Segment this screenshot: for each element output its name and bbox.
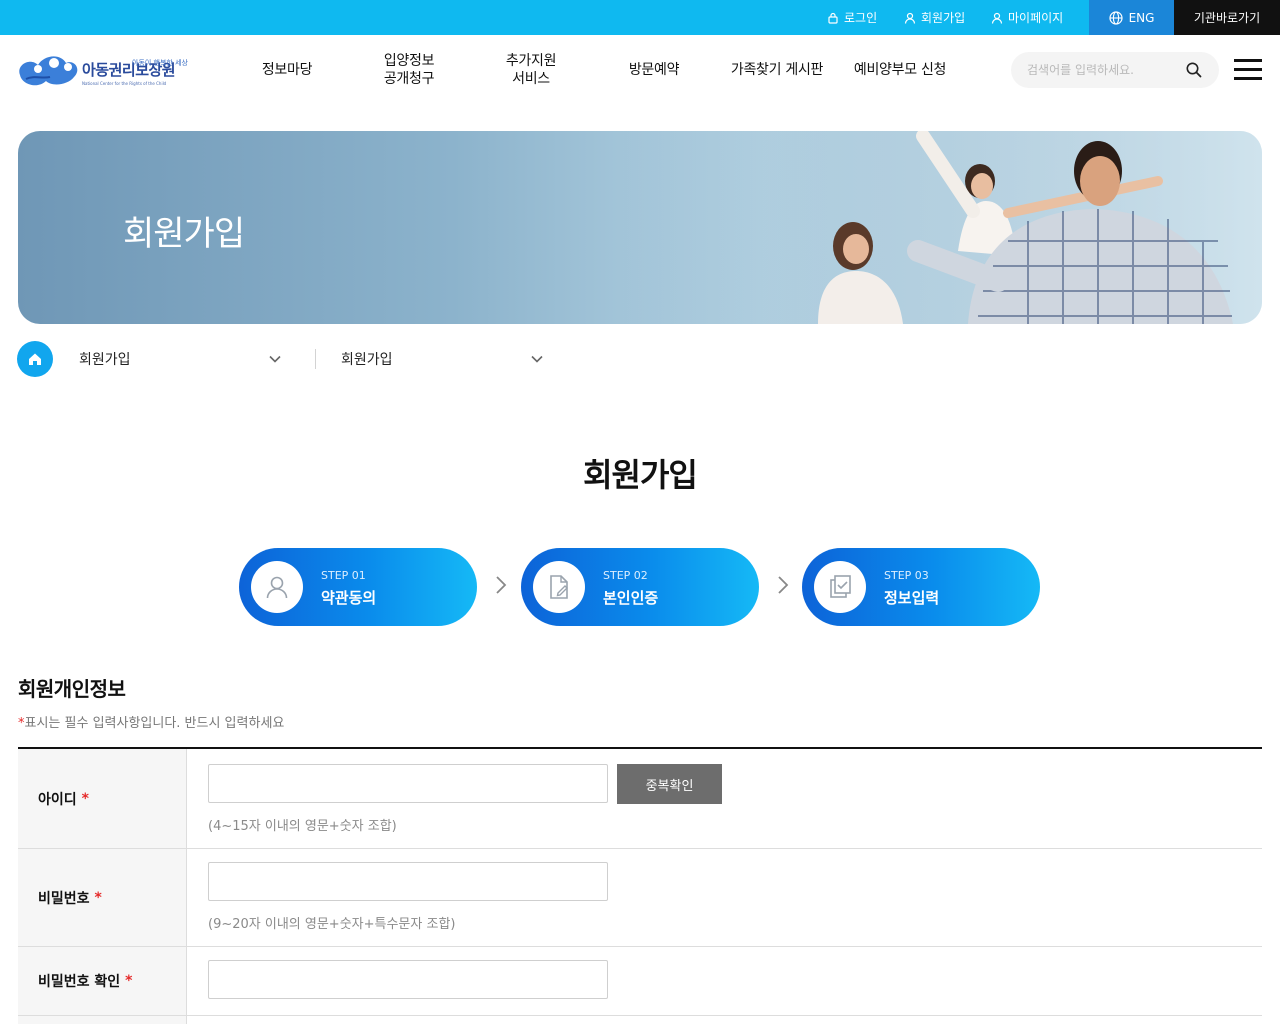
home-icon <box>29 353 41 365</box>
nav-item-label-line2: 공개청구 <box>383 71 435 87</box>
mypage-label: 마이페이지 <box>1008 11 1064 25</box>
nav-item-label: 정보마당 <box>261 62 313 78</box>
user-icon <box>991 12 1003 24</box>
step-number: STEP 03 <box>884 569 929 582</box>
search-box <box>1011 52 1219 88</box>
password-confirm-label-cell: 비밀번호 확인 * <box>18 947 187 1015</box>
step-label: 약관동의 <box>321 589 377 607</box>
form-row-next <box>18 1016 1262 1024</box>
nav-item-label-line2: 서비스 <box>512 71 550 87</box>
step-terms-agreement: STEP 01 약관동의 <box>239 548 477 626</box>
login-link[interactable]: 로그인 <box>827 0 877 35</box>
breadcrumb-level1-label: 회원가입 <box>79 352 131 368</box>
nav-item-label: 추가지원 <box>505 53 557 69</box>
nav-item-additional-support[interactable]: 추가지원 서비스 <box>492 35 570 105</box>
logo-text: 아동이 행복한 세상 아동권리보장원 National Center for t… <box>82 59 188 86</box>
nav-item-family-search-board[interactable]: 가족찾기 게시판 <box>725 35 829 105</box>
step-label: 정보입력 <box>884 589 940 607</box>
breadcrumb-home-button[interactable] <box>17 341 53 377</box>
password-input[interactable] <box>208 862 608 901</box>
step-icon-circle <box>251 561 303 613</box>
nav-item-label: 입양정보 <box>383 53 435 69</box>
banner-title: 회원가입 <box>123 214 245 254</box>
required-star: * <box>81 790 89 807</box>
nav-item-info[interactable]: 정보마당 <box>248 35 326 105</box>
form-row-id: 아이디 * 중복확인 (4~15자 이내의 영문+숫자 조합) <box>18 749 1262 849</box>
id-hint: (4~15자 이내의 영문+숫자 조합) <box>208 819 397 834</box>
step-label: 본인인증 <box>603 589 659 607</box>
required-note-text: 표시는 필수 입력사항입니다. 반드시 입력하세요 <box>24 716 285 731</box>
required-star: * <box>94 889 102 906</box>
breadcrumb-level1-select[interactable]: 회원가입 <box>79 341 289 377</box>
step-icon-circle <box>533 561 585 613</box>
required-star: * <box>125 973 133 989</box>
step-icon-circle <box>814 561 866 613</box>
password-label-cell: 비밀번호 * <box>18 849 187 946</box>
password-label: 비밀번호 <box>38 890 90 907</box>
chevron-down-icon[interactable] <box>530 352 544 366</box>
step-information-input: STEP 03 정보입력 <box>802 548 1040 626</box>
next-row-label-cell <box>18 1016 187 1024</box>
id-input[interactable] <box>208 764 608 803</box>
signup-label: 회원가입 <box>921 11 966 25</box>
page-title: 회원가입 <box>583 456 698 494</box>
password-confirm-input[interactable] <box>208 960 608 999</box>
breadcrumb-level2-select[interactable]: 회원가입 <box>341 341 551 377</box>
login-label: 로그인 <box>844 11 878 25</box>
section-title: 회원개인정보 <box>18 677 126 701</box>
user-icon <box>266 576 288 599</box>
id-label-cell: 아이디 * <box>18 749 187 848</box>
form-check-icon <box>830 575 851 598</box>
required-note: *표시는 필수 입력사항입니다. 반드시 입력하세요 <box>18 712 284 731</box>
id-label: 아이디 <box>38 791 77 808</box>
step-identity-verification: STEP 02 본인인증 <box>521 548 759 626</box>
institution-shortcut-button[interactable]: 기관바로가기 <box>1174 0 1280 35</box>
chevron-right-icon <box>496 576 507 594</box>
eng-language-button[interactable]: ENG <box>1089 0 1174 35</box>
nav-item-adoption-info-request[interactable]: 입양정보 공개청구 <box>370 35 448 105</box>
logo-emblem-icon <box>19 56 78 86</box>
nav-item-label: 가족찾기 게시판 <box>730 62 824 78</box>
nav-item-label: 방문예약 <box>628 62 680 78</box>
signup-link[interactable]: 회원가입 <box>904 0 965 35</box>
page-banner: 회원가입 <box>18 131 1262 324</box>
utility-bar: 로그인 회원가입 마이페이지 ENG 기관바로가기 <box>0 0 1280 35</box>
chevron-right-icon <box>778 576 789 594</box>
breadcrumb-level2-label: 회원가입 <box>341 352 393 368</box>
mypage-link[interactable]: 마이페이지 <box>991 0 1063 35</box>
duplicate-check-button[interactable]: 중복확인 <box>617 764 722 804</box>
site-header: 아동이 행복한 세상 아동권리보장원 National Center for t… <box>0 35 1280 105</box>
step-number: STEP 02 <box>603 569 648 582</box>
breadcrumb-divider <box>315 349 316 369</box>
lock-icon <box>828 12 838 24</box>
document-edit-icon <box>550 575 568 599</box>
chevron-down-icon[interactable] <box>268 352 282 366</box>
nav-item-visit-reservation[interactable]: 방문예약 <box>614 35 694 105</box>
logo-slogan: 아동이 행복한 세상 <box>132 59 188 67</box>
logo-english-name: National Center for the Rights of the Ch… <box>82 81 167 86</box>
search-input[interactable] <box>1027 52 1187 88</box>
search-icon[interactable] <box>1185 61 1203 79</box>
nav-item-prospective-parent-apply[interactable]: 예비양부모 신청 <box>848 35 952 105</box>
password-hint: (9~20자 이내의 영문+숫자+특수문자 조합) <box>208 917 456 932</box>
institution-shortcut-label: 기관바로가기 <box>1193 11 1261 25</box>
globe-icon <box>1108 10 1123 25</box>
password-confirm-label: 비밀번호 확인 <box>38 974 121 990</box>
step-number: STEP 01 <box>321 569 366 582</box>
user-icon <box>904 12 916 24</box>
menu-hamburger-icon[interactable] <box>1234 59 1262 81</box>
eng-label: ENG <box>1128 10 1155 25</box>
form-row-password-confirm: 비밀번호 확인 * <box>18 947 1262 1016</box>
nav-item-label: 예비양부모 신청 <box>853 62 947 78</box>
site-logo[interactable]: 아동이 행복한 세상 아동권리보장원 National Center for t… <box>16 47 188 91</box>
form-row-password: 비밀번호 * (9~20자 이내의 영문+숫자+특수문자 조합) <box>18 849 1262 947</box>
